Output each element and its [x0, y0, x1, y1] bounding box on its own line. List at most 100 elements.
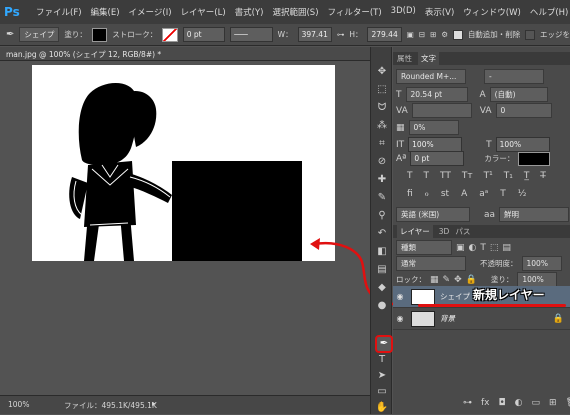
status-menu-icon[interactable]: ▸ [152, 399, 156, 408]
filter-pixel-icon[interactable]: ▣ [456, 243, 465, 253]
crop-tool-icon[interactable]: ⌗ [375, 137, 389, 151]
all-caps-icon[interactable]: TT [440, 171, 451, 181]
menu-item[interactable]: 3D(D) [391, 6, 416, 18]
language-dropdown[interactable]: 英語 (米国) [396, 207, 470, 222]
blur-tool-icon[interactable]: ◆ [375, 281, 389, 295]
ordinal-icon[interactable]: aᵃ [479, 189, 488, 199]
pen-tool-icon[interactable]: ✒ [6, 29, 14, 40]
menu-item[interactable]: イメージ(I) [129, 6, 172, 18]
align-icon[interactable]: ⊟ [419, 30, 425, 39]
settings-gear-icon[interactable]: ⚙ [441, 30, 448, 39]
adjustment-icon[interactable]: ◐ [515, 398, 523, 408]
eyedropper-tool-icon[interactable]: ⊘ [375, 155, 389, 169]
width-field[interactable]: 397.41 [297, 27, 332, 42]
move-tool-icon[interactable]: ✥ [375, 65, 389, 79]
rectangle-tool-icon[interactable]: ▭ [375, 385, 389, 399]
marquee-tool-icon[interactable]: ⬚ [375, 83, 389, 97]
document-canvas[interactable] [32, 65, 335, 316]
lock-transparent-icon[interactable]: ▦ [430, 275, 439, 285]
ligature-icon[interactable]: fi [407, 189, 413, 199]
path-select-tool-icon[interactable]: ➤ [375, 369, 389, 383]
filter-shape-icon[interactable]: ⬚ [490, 243, 499, 253]
eraser-tool-icon[interactable]: ◧ [375, 245, 389, 259]
lock-all-icon[interactable]: 🔒 [466, 275, 477, 285]
layer-row-background[interactable]: ◉ 背景 🔒 [393, 308, 570, 330]
edge-checkbox[interactable] [525, 29, 535, 40]
auto-add-delete-checkbox[interactable] [453, 29, 463, 40]
visibility-eye-icon[interactable]: ◉ [393, 292, 407, 301]
trash-icon[interactable]: 🗑 [566, 398, 570, 408]
vertical-scale-field[interactable]: 100% [408, 137, 463, 152]
tsume-field[interactable]: 0% [408, 120, 459, 135]
healing-brush-tool-icon[interactable]: ✚ [375, 173, 389, 187]
menu-item[interactable]: 選択範囲(S) [272, 6, 318, 18]
baseline-field[interactable]: 0 pt [410, 151, 465, 166]
blend-mode-dropdown[interactable]: 通常 [396, 256, 466, 271]
opacity-field[interactable]: 100% [521, 256, 562, 271]
menu-item[interactable]: 編集(E) [91, 6, 120, 18]
menu-item[interactable]: ファイル(F) [36, 6, 82, 18]
mask-icon[interactable]: ◘ [499, 398, 506, 408]
stroke-type-dropdown[interactable]: ─── [230, 27, 273, 42]
underline-icon[interactable]: T̲ [524, 171, 530, 181]
menu-item[interactable]: レイヤー(L) [181, 6, 226, 18]
titling-icon[interactable]: T [500, 189, 506, 199]
brush-tool-icon[interactable]: ✎ [375, 191, 389, 205]
font-style-dropdown[interactable]: - [484, 69, 544, 84]
filter-type-icon[interactable]: T [480, 243, 486, 253]
lock-position-icon[interactable]: ✥ [454, 275, 462, 285]
filter-adjust-icon[interactable]: ◐ [469, 243, 477, 253]
horizontal-scale-field[interactable]: 100% [495, 137, 550, 152]
antialias-dropdown[interactable]: 鮮明 [499, 207, 570, 222]
tab-layers[interactable]: レイヤー [397, 225, 433, 238]
lasso-tool-icon[interactable]: ᗢ [375, 101, 389, 115]
fill-swatch[interactable] [91, 27, 108, 42]
ornament-icon[interactable]: A [461, 189, 467, 199]
faux-bold-icon[interactable]: T [407, 171, 413, 181]
type-tool-icon[interactable]: T [375, 353, 389, 367]
fill-opacity-field[interactable]: 100% [517, 272, 558, 287]
faux-italic-icon[interactable]: T [424, 171, 430, 181]
tab-character[interactable]: 文字 [418, 52, 439, 65]
gradient-tool-icon[interactable]: ▤ [375, 263, 389, 277]
kerning-field[interactable] [411, 103, 472, 118]
menu-item[interactable]: 表示(V) [425, 6, 454, 18]
menu-item[interactable]: ヘルプ(H) [530, 6, 569, 18]
text-color-swatch[interactable] [518, 151, 551, 166]
font-family-dropdown[interactable]: Rounded M+... [396, 69, 466, 84]
arrange-icon[interactable]: ⊞ [430, 30, 436, 39]
tab-properties[interactable]: 属性 [397, 52, 412, 65]
hand-tool-icon[interactable]: ✋ [375, 401, 389, 415]
dodge-tool-icon[interactable]: ● [375, 299, 389, 313]
new-layer-icon[interactable]: ⊞ [549, 398, 557, 408]
link-icon[interactable]: ⊶ [337, 30, 345, 39]
fx-icon[interactable]: fx [481, 398, 490, 408]
zoom-level[interactable]: 100% [8, 400, 29, 409]
document-tab[interactable]: man.jpg @ 100% (シェイプ 12, RGB/8#) * [6, 49, 161, 60]
superscript-icon[interactable]: T¹ [484, 171, 493, 181]
clone-stamp-tool-icon[interactable]: ⚲ [375, 209, 389, 223]
stroke-size-field[interactable]: 0 pt [182, 27, 226, 42]
strikethrough-icon[interactable]: T̶ [540, 171, 546, 181]
group-folder-icon[interactable]: ▭ [531, 398, 540, 408]
quick-select-tool-icon[interactable]: ⁂ [375, 119, 389, 133]
stylistic-icon[interactable]: st [441, 189, 449, 199]
menu-item[interactable]: ウィンドウ(W) [463, 6, 521, 18]
height-field[interactable]: 279.44 [367, 27, 402, 42]
stroke-swatch[interactable] [162, 27, 178, 42]
leading-field[interactable]: (自動) [489, 87, 548, 102]
pen-tool-icon[interactable]: ✒ [375, 335, 393, 353]
menu-item[interactable]: フィルター(T) [328, 6, 382, 18]
tab-3d[interactable]: 3D [439, 225, 450, 238]
layer-name[interactable]: 背景 [440, 313, 455, 324]
filter-smart-icon[interactable]: ▤ [502, 243, 511, 253]
history-brush-tool-icon[interactable]: ↶ [375, 227, 389, 241]
small-caps-icon[interactable]: Tт [462, 171, 473, 181]
path-ops-icon[interactable]: ▣ [407, 30, 414, 39]
link-layers-icon[interactable]: ⊶ [463, 398, 472, 408]
fraction-icon[interactable]: ½ [518, 189, 527, 199]
font-size-field[interactable]: 20.54 pt [405, 87, 468, 102]
layer-filter-dropdown[interactable]: 種類 [396, 240, 452, 255]
visibility-eye-icon[interactable]: ◉ [393, 314, 407, 323]
swash-icon[interactable]: ℴ [425, 189, 429, 199]
